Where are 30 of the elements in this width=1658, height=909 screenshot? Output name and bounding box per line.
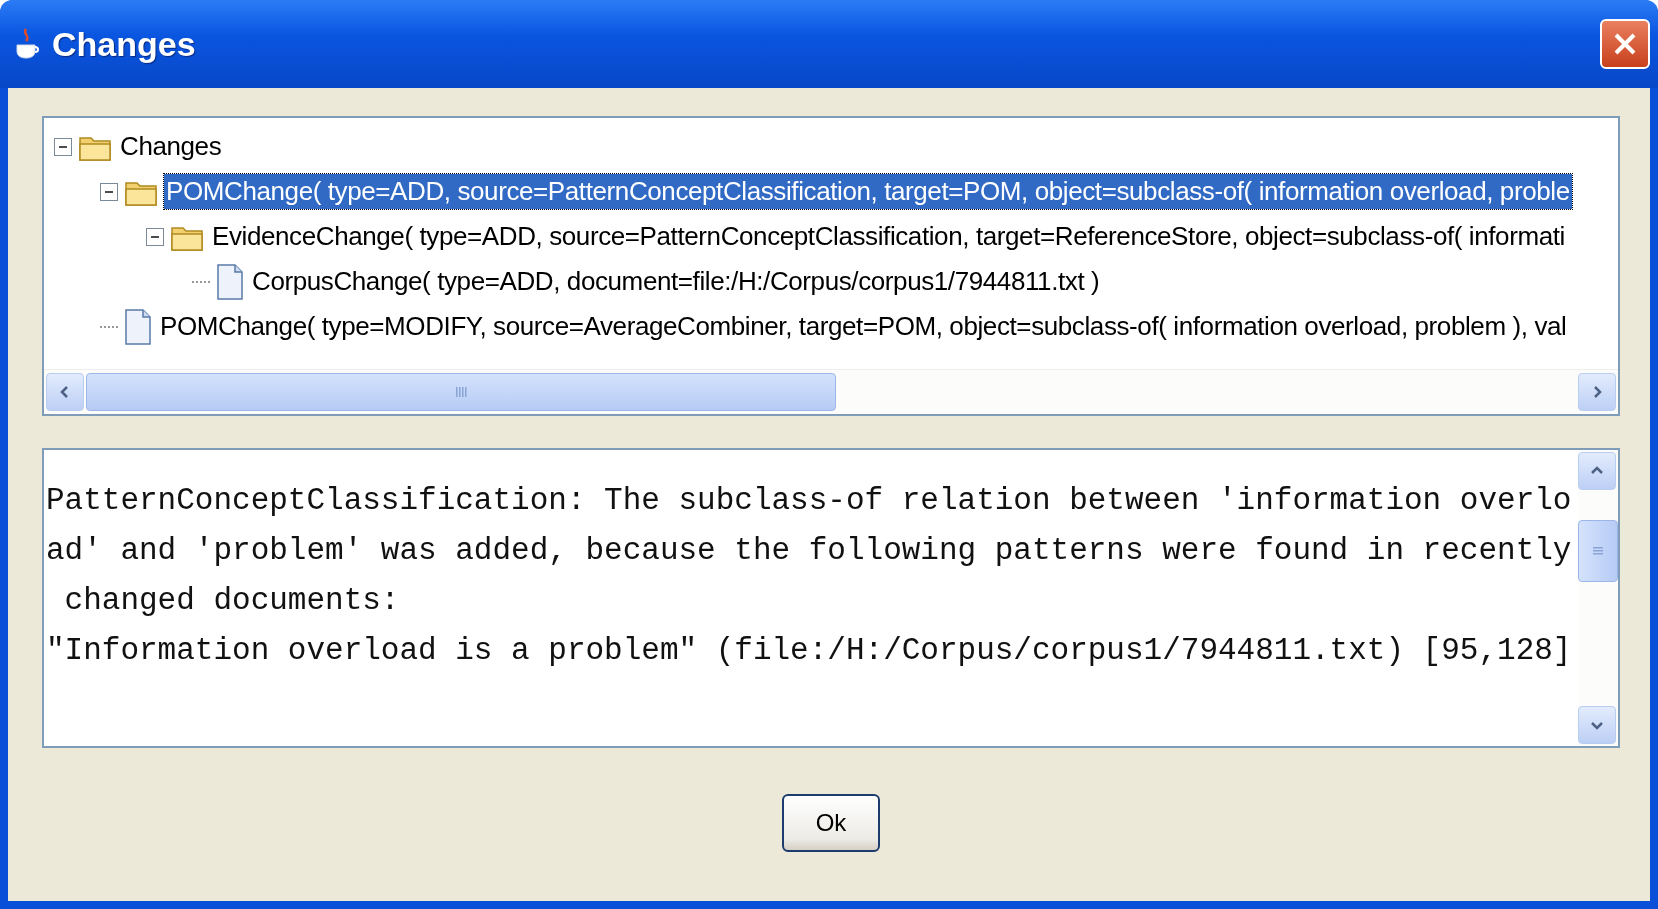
window-title: Changes [52, 24, 197, 64]
scrollbar-thumb[interactable] [86, 373, 836, 411]
scroll-right-button[interactable] [1578, 373, 1616, 411]
tree-item[interactable]: POMChange( type=MODIFY, source=AverageCombiner, target=POM, object=subclass-of( information overload, problem ), val [158, 309, 1569, 344]
details-text-line: PatternConceptClassification: The subclass-of relation between 'information overlo [46, 482, 1573, 520]
scroll-down-button[interactable] [1578, 706, 1616, 744]
scrollbar-thumb[interactable] [1578, 520, 1618, 582]
tree-item[interactable]: Changes [118, 129, 224, 164]
scroll-up-button[interactable] [1578, 452, 1616, 490]
collapse-toggle[interactable] [54, 137, 72, 156]
vertical-scrollbar[interactable] [1578, 450, 1618, 746]
collapse-toggle[interactable] [100, 182, 118, 201]
grip-icon [1591, 546, 1605, 556]
details-text-area[interactable] [42, 448, 1620, 748]
details-text-line: "Information overload is a problem" (file:/H:/Corpus/corpus1/7944811.txt) [95,128] [46, 632, 1573, 670]
tree-item[interactable]: CorpusChange( type=ADD, document=file:/H:/Corpus/corpus1/7944811.txt ) [250, 264, 1102, 299]
document-icon [216, 263, 244, 300]
coffee-cup-icon [14, 27, 40, 61]
details-text-line: changed documents: [63, 582, 401, 620]
tree-item[interactable]: EvidenceChange( type=ADD, source=PatternConceptClassification, target=ReferenceStore, object=subclass-of( informati [210, 219, 1567, 254]
tree-item[interactable]: POMChange( type=ADD, source=PatternConceptClassification, target=POM, object=subclass-of( information overload, proble [164, 174, 1572, 209]
collapse-toggle[interactable] [146, 227, 164, 246]
horizontal-scrollbar[interactable] [44, 369, 1618, 414]
grip-icon [454, 385, 468, 399]
ok-button[interactable]: Ok [782, 794, 880, 852]
details-text-line: ad' and 'problem' was added, because the following patterns were found in recently [46, 532, 1573, 570]
close-button[interactable] [1600, 19, 1650, 69]
document-icon [124, 308, 152, 345]
close-icon [1612, 31, 1638, 57]
scroll-left-button[interactable] [46, 373, 84, 411]
